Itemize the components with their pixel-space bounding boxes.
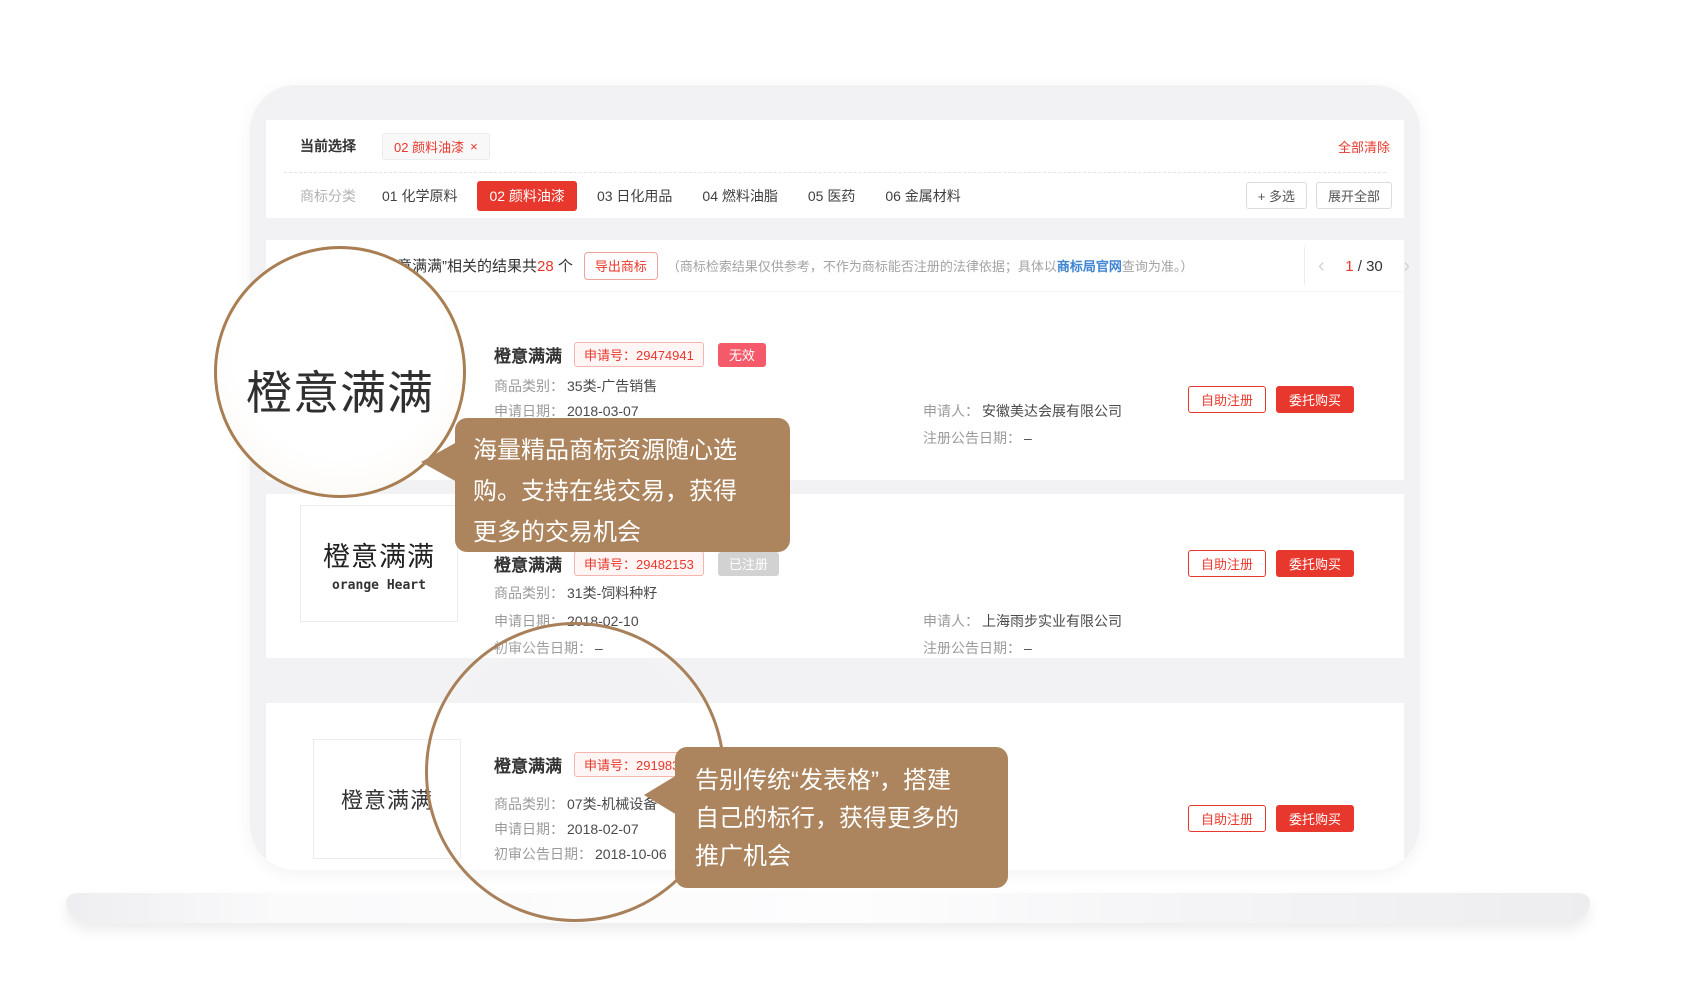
category-item-01[interactable]: 01 化学原料 — [382, 186, 457, 206]
category-item-06[interactable]: 06 金属材料 — [885, 186, 960, 206]
page: 当前选择 02 颜料油漆 × 全部清除 商标分类 01 化学原料 02 颜料油漆… — [0, 0, 1696, 1002]
prev-page-icon[interactable]: ‹ — [1318, 256, 1325, 276]
pagination: ‹ 1 / 30 › — [1314, 240, 1414, 292]
trademark-image[interactable]: 橙意满满 orange Heart — [300, 505, 458, 622]
tooltip-arrow — [421, 442, 457, 482]
category-item-02-selected[interactable]: 02 颜料油漆 — [477, 181, 576, 211]
selected-filter-tag[interactable]: 02 颜料油漆 × — [382, 133, 490, 160]
row-gap — [266, 480, 1404, 494]
trademark-office-link[interactable]: 商标局官网 — [1057, 259, 1122, 274]
tooltip-promotion: 告别传统“发表格”，搭建 自己的标行，获得更多的 推广机会 — [675, 747, 1008, 888]
category-row: 商标分类 01 化学原料 02 颜料油漆 03 日化用品 04 燃料油脂 05 … — [266, 173, 1404, 218]
category-item-04[interactable]: 04 燃料油脂 — [702, 186, 777, 206]
tooltip-trade-resources: 海量精品商标资源随心选 购。支持在线交易，获得 更多的交易机会 — [455, 418, 790, 552]
category-item-05[interactable]: 05 医药 — [808, 186, 855, 206]
current-selection-row: 当前选择 02 颜料油漆 × 全部清除 — [266, 120, 1404, 172]
self-register-button[interactable]: 自助注册 — [1188, 805, 1266, 832]
category-item-03[interactable]: 03 日化用品 — [597, 186, 672, 206]
tag-close-icon[interactable]: × — [470, 139, 478, 154]
header-divider — [1304, 247, 1305, 285]
results-header: 为您检索到“橙意满满”相关的结果共28 个 导出商标 （商标检索结果仅供参考，不… — [266, 240, 1404, 292]
status-badge: 无效 — [718, 343, 766, 367]
page-indicator: 1 / 30 — [1345, 258, 1383, 275]
category-line: 商品类别：35类-广告销售 — [494, 376, 657, 396]
row-actions: 自助注册 委托购买 — [1188, 805, 1354, 832]
magnified-trademark-text: 橙意满满 — [246, 321, 434, 423]
application-number-badge: 申请号：29482153 — [574, 551, 704, 576]
export-trademark-button[interactable]: 导出商标 — [584, 252, 658, 280]
filter-panel: 当前选择 02 颜料油漆 × 全部清除 商标分类 01 化学原料 02 颜料油漆… — [266, 120, 1404, 218]
disclaimer-text: （商标检索结果仅供参考，不作为商标能否注册的法律依据；具体以商标局官网查询为准。… — [667, 256, 1194, 275]
trademark-name[interactable]: 橙意满满 — [494, 551, 562, 576]
row-title-line: 橙意满满 申请号：29474941 无效 — [494, 342, 766, 367]
status-badge: 已注册 — [718, 552, 779, 576]
category-line: 商品类别：31类-饲料种籽 — [494, 583, 657, 603]
reg-publication: 注册公告日期：– — [923, 638, 1032, 658]
clear-all-button[interactable]: 全部清除 — [1338, 137, 1390, 156]
next-page-icon[interactable]: › — [1403, 256, 1410, 276]
laptop-base — [66, 893, 1590, 923]
row-actions: 自助注册 委托购买 — [1188, 386, 1354, 413]
row-title-line: 橙意满满 申请号：29482153 已注册 — [494, 551, 779, 576]
tooltip-arrow — [644, 775, 677, 815]
results-count: 28 — [537, 258, 554, 275]
applicant: 申请人：上海雨步实业有限公司 — [923, 611, 1122, 631]
self-register-button[interactable]: 自助注册 — [1188, 550, 1266, 577]
self-register-button[interactable]: 自助注册 — [1188, 386, 1266, 413]
entrust-buy-button[interactable]: 委托购买 — [1276, 386, 1354, 413]
entrust-buy-button[interactable]: 委托购买 — [1276, 805, 1354, 832]
expand-all-button[interactable]: 展开全部 — [1316, 182, 1392, 209]
trademark-name[interactable]: 橙意满满 — [494, 342, 562, 367]
category-label: 商标分类 — [300, 186, 356, 206]
applicant: 申请人：安徽美达会展有限公司 — [923, 401, 1122, 421]
selected-filter-tag-label: 02 颜料油漆 — [394, 137, 464, 156]
entrust-buy-button[interactable]: 委托购买 — [1276, 550, 1354, 577]
multi-select-button[interactable]: + 多选 — [1246, 182, 1307, 209]
current-selection-label: 当前选择 — [300, 136, 356, 156]
row-actions: 自助注册 委托购买 — [1188, 550, 1354, 577]
application-number-badge: 申请号：29474941 — [574, 342, 704, 367]
trademark-row-2: 橙意满满 orange Heart 橙意满满 申请号：29482153 已注册 … — [266, 494, 1404, 658]
reg-publication: 注册公告日期：– — [923, 428, 1032, 448]
row-gap — [266, 658, 1404, 703]
